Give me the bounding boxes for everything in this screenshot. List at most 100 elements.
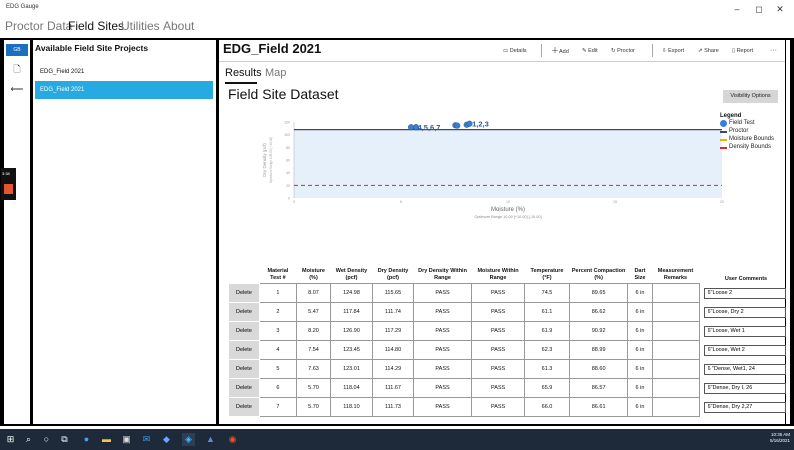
table-cell-temp: 65.9 <box>524 378 570 398</box>
legend-circle-icon <box>720 120 727 127</box>
x-tick-label: 0 <box>293 200 295 204</box>
column-header: User Comments <box>724 275 768 282</box>
table-cell-dart: 6 in <box>627 321 653 341</box>
table-cell-dd-range: PASS <box>413 359 472 379</box>
user-comment-input[interactable] <box>703 325 786 337</box>
table-cell-dry: 114.29 <box>371 359 415 379</box>
tab-utilities[interactable]: Utilities <box>121 18 160 34</box>
project-item[interactable]: EDG_Field 2021 <box>35 63 213 81</box>
table-cell-wet: 118.10 <box>330 397 373 417</box>
cortana-icon[interactable]: ○ <box>40 433 53 446</box>
table-cell-temp: 66.0 <box>524 397 570 417</box>
report-button[interactable]: ▯ Report <box>732 46 753 56</box>
teams-icon[interactable]: ▲ <box>204 433 217 446</box>
table-cell-moisture: 7.63 <box>295 359 332 379</box>
delete-button[interactable]: Delete <box>232 309 256 315</box>
table-cell-m-range: PASS <box>470 321 526 341</box>
table-cell-dart: 6 in <box>627 397 653 417</box>
user-comment-input[interactable] <box>703 401 786 413</box>
mail-icon[interactable]: ✉ <box>140 433 153 446</box>
legend-label: Field Test <box>729 120 755 126</box>
user-comment-input[interactable] <box>703 344 786 356</box>
delete-button[interactable]: Delete <box>232 290 256 296</box>
delete-button[interactable]: Delete <box>232 347 256 353</box>
export-button[interactable]: ⇩ Export <box>662 46 684 56</box>
report-label: Report <box>736 48 754 54</box>
proctor-button[interactable]: ↻ Proctor <box>611 46 635 56</box>
table-cell-dry: 111.73 <box>371 397 415 417</box>
project-item-selected[interactable]: EDG_Field 2021 <box>35 81 213 99</box>
chrome-icon[interactable]: ◉ <box>226 433 239 446</box>
y-tick-label: 60 <box>286 159 290 163</box>
tab-results[interactable]: Results <box>225 67 262 79</box>
column-header: Dry Density (pcf) <box>377 268 409 281</box>
table-cell-remarks <box>651 378 700 398</box>
user-comment-input[interactable] <box>703 382 786 394</box>
details-label: Details <box>509 48 527 54</box>
minimize-button[interactable]: – <box>730 2 744 16</box>
visibility-options-button[interactable]: Visibility Options <box>723 90 778 103</box>
delete-cell: Delete <box>228 302 260 322</box>
delete-button[interactable]: Delete <box>232 366 256 372</box>
table-cell-moisture: 5.70 <box>295 397 332 417</box>
column-header: Dart Size <box>634 268 646 281</box>
x-tick-label: 20 <box>720 200 724 204</box>
table-row: Delete 4 7.54 123.45 114.80 PASS PASS 62.3 88.99… <box>228 340 794 360</box>
delete-cell: Delete <box>228 397 260 417</box>
table-cell-dry: 111.67 <box>371 378 415 398</box>
table-cell-dd-range: PASS <box>413 378 472 398</box>
comment-cell <box>699 322 794 341</box>
table-cell-pc: 88.60 <box>568 359 629 379</box>
table-row: Delete 7 5.70 118.10 111.73 PASS PASS 66.0 86.61… <box>228 397 794 417</box>
column-header: Moisture Within Range <box>477 268 519 281</box>
share-button[interactable]: ⇗ Share <box>698 46 719 56</box>
y-tick-label: 120 <box>284 121 290 125</box>
more-button[interactable]: ··· <box>770 46 777 56</box>
details-button[interactable]: ▭ Details <box>503 46 527 56</box>
file-explorer-icon[interactable]: ▬ <box>100 433 113 446</box>
edit-button[interactable]: ✎ Edit <box>582 46 598 56</box>
table-cell-pc: 88.99 <box>568 340 629 360</box>
table-cell-dart: 6 in <box>627 359 653 379</box>
edg-gauge-app-icon[interactable]: ◈ <box>182 433 195 446</box>
field-test-point[interactable] <box>454 122 461 129</box>
stop-record-icon[interactable] <box>4 184 13 194</box>
document-icon[interactable]: 🗋 <box>4 62 30 78</box>
tab-about[interactable]: About <box>163 18 194 34</box>
back-arrow-icon[interactable]: ⟵ <box>4 84 30 95</box>
toolbar-divider <box>541 44 542 57</box>
user-comment-input[interactable] <box>703 306 786 318</box>
column-header: Percent Compaction (%) <box>571 268 626 281</box>
table-cell-m-range: PASS <box>470 378 526 398</box>
x-axis-sublabel: Optimum Range 10.00 [+10.00] [-10.00] <box>474 215 541 219</box>
table-cell-test: 4 <box>258 340 297 360</box>
left-rail <box>4 40 30 424</box>
delete-button[interactable]: Delete <box>232 385 256 391</box>
clock[interactable]: 10:35 AM 5/16/2021 <box>760 432 790 444</box>
user-comment-input[interactable] <box>703 363 786 375</box>
add-button[interactable]: ＋Add <box>551 46 569 56</box>
app-icon[interactable]: ◆ <box>160 433 173 446</box>
tab-map[interactable]: Map <box>265 67 286 79</box>
table-cell-dd-range: PASS <box>413 283 472 303</box>
table-cell-dart: 6 in <box>627 283 653 303</box>
start-icon[interactable]: ⊞ <box>4 433 17 446</box>
table-cell-temp: 61.1 <box>524 302 570 322</box>
share-label: Share <box>704 48 719 54</box>
table-cell-m-range: PASS <box>470 340 526 360</box>
tab-field-sites[interactable]: Field Sites <box>68 18 124 34</box>
edge-icon[interactable]: ● <box>80 433 93 446</box>
delete-button[interactable]: Delete <box>232 404 256 410</box>
task-view-icon[interactable]: ⧉ <box>58 433 71 446</box>
search-icon[interactable]: ⌕ <box>22 433 35 446</box>
close-button[interactable]: ✕ <box>773 2 787 16</box>
user-comment-input[interactable] <box>703 287 786 299</box>
tab-proctor-data[interactable]: Proctor Data <box>5 18 72 34</box>
store-icon[interactable]: ▣ <box>120 433 133 446</box>
export-label: Export <box>668 48 685 54</box>
rail-selected-item[interactable]: GB <box>6 44 28 56</box>
maximize-button[interactable]: ◻ <box>752 2 766 16</box>
table-cell-temp: 61.3 <box>524 359 570 379</box>
proctor-area <box>294 129 722 198</box>
delete-button[interactable]: Delete <box>232 328 256 334</box>
